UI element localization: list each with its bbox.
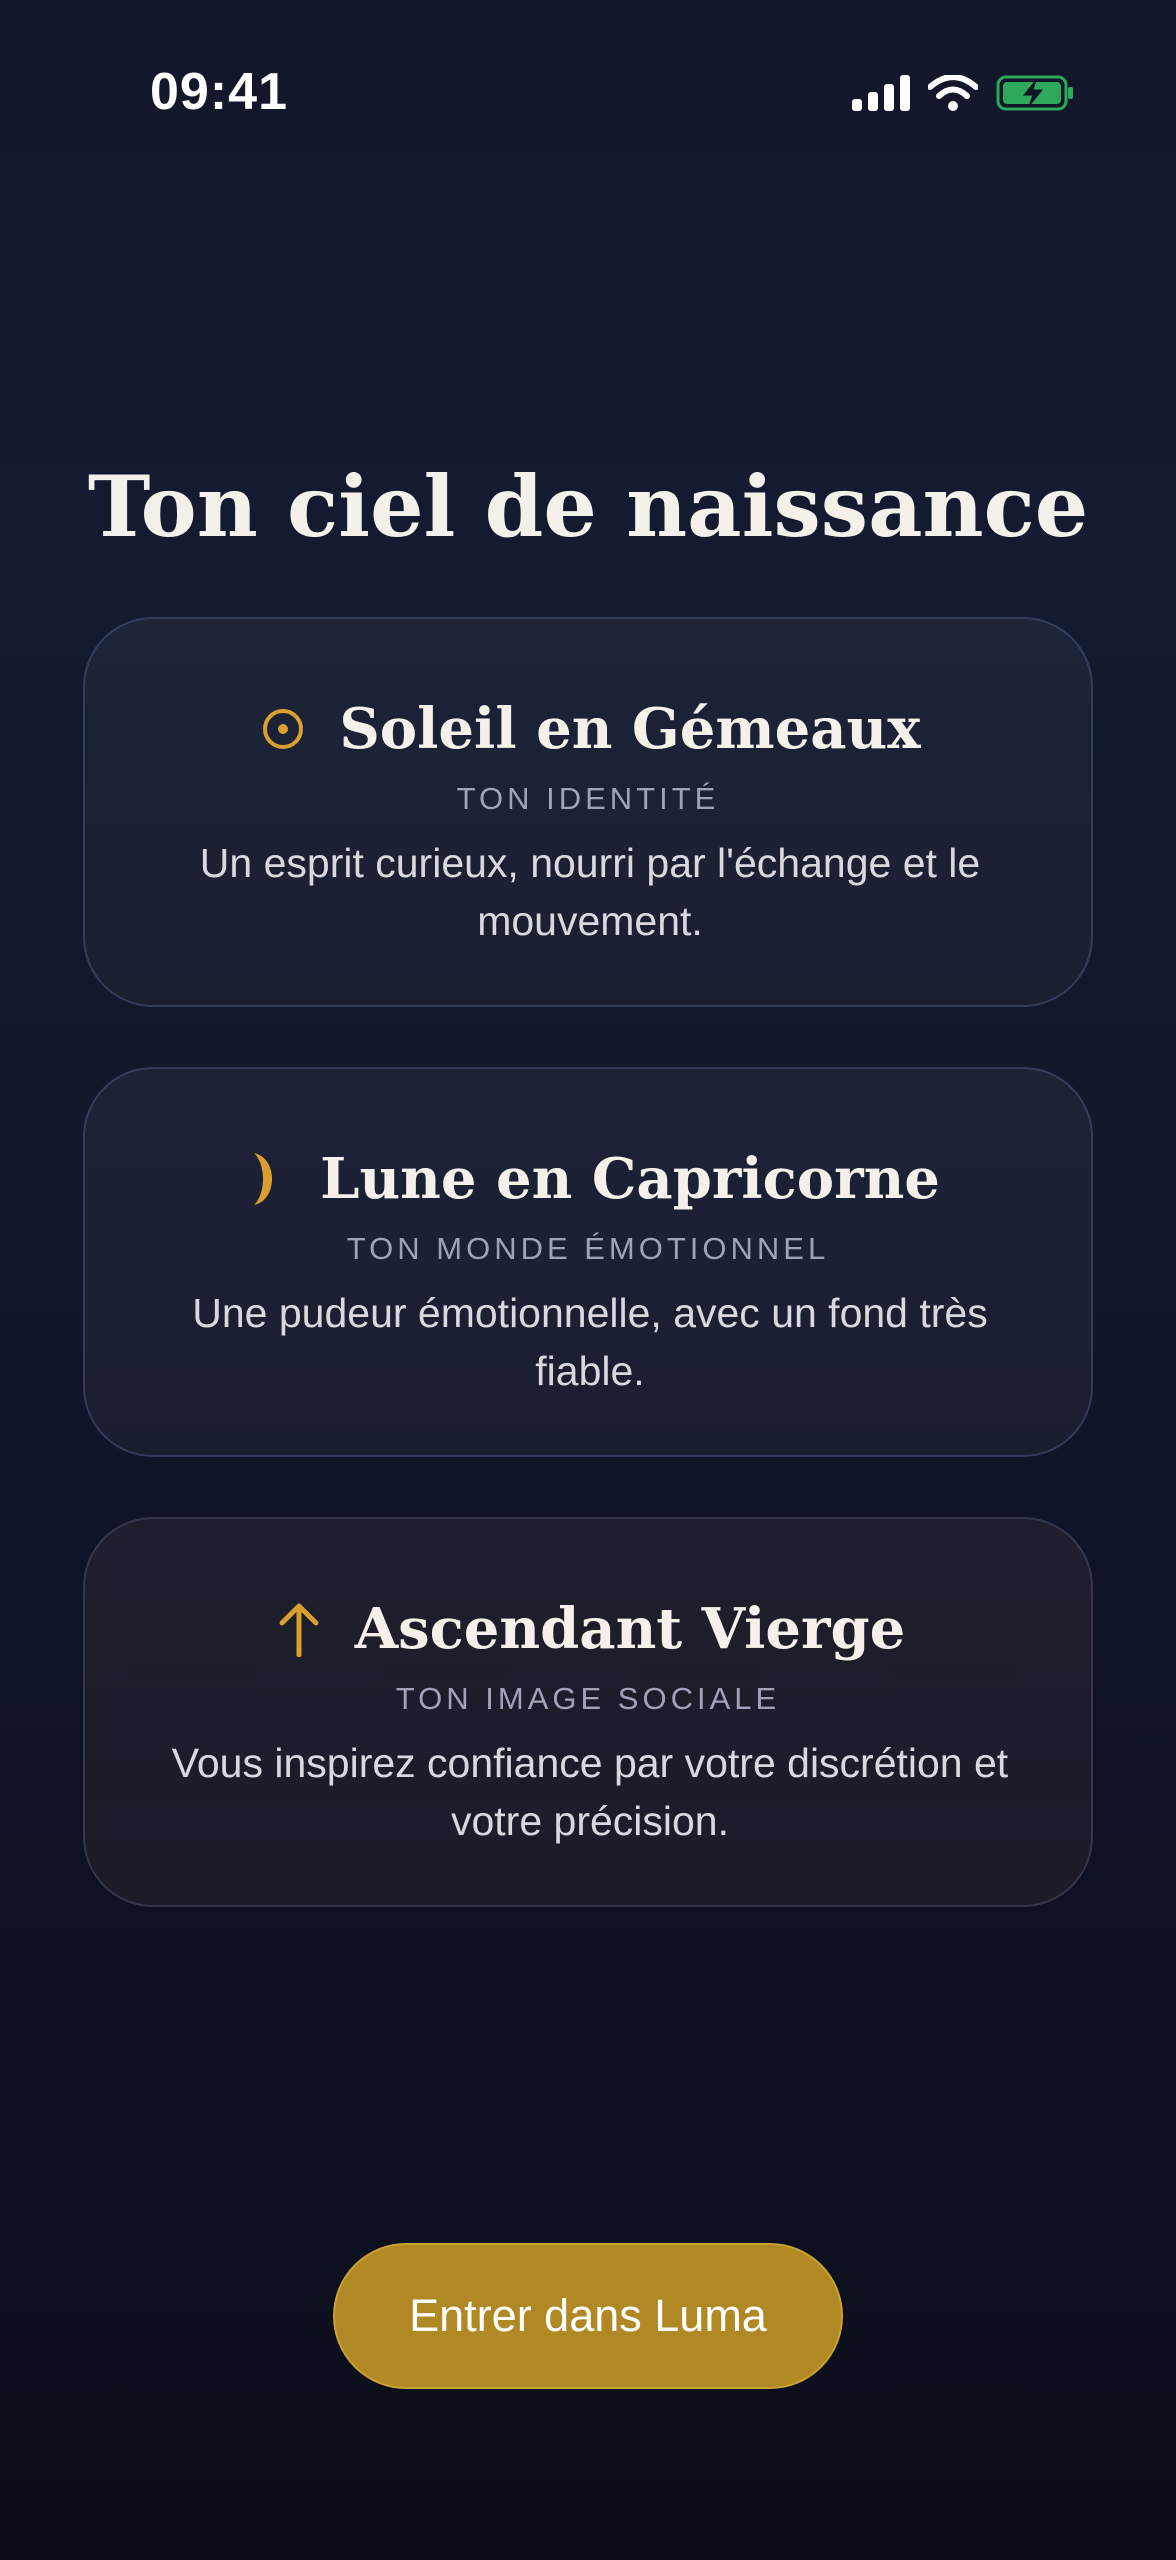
card-header: Lune en Capricorne [85,1129,1091,1229]
card-header: Soleil en Gémeaux [85,679,1091,779]
ascendant-card: Ascendant Vierge TON IMAGE SOCIALE Vous … [83,1517,1093,1907]
status-icons [852,70,1076,120]
sun-sign-card: Soleil en Gémeaux TON IDENTITÉ Un esprit… [83,617,1093,1007]
page-title: Ton ciel de naissance [87,457,1089,556]
status-time: 09:41 [150,63,288,121]
card-header: Ascendant Vierge [85,1579,1091,1679]
card-description: Vous inspirez confiance par votre discré… [171,1740,1009,1844]
enter-luma-button[interactable]: Entrer dans Luma [333,2243,843,2389]
wifi-icon [927,73,979,116]
status-bar: 09:41 [0,0,1176,190]
moon-icon [236,1144,292,1214]
sun-icon [255,694,311,764]
card-label: TON IDENTITÉ [456,781,720,816]
card-label: TON MONDE ÉMOTIONNEL [346,1231,830,1266]
moon-sign-card: Lune en Capricorne TON MONDE ÉMOTIONNEL … [83,1067,1093,1457]
card-title: Lune en Capricorne [320,1146,940,1212]
arrow-up-icon [271,1594,327,1664]
card-title: Soleil en Gémeaux [339,696,921,762]
card-description: Un esprit curieux, nourri par l'échange … [199,840,981,944]
card-description: Une pudeur émotionnelle, avec un fond tr… [192,1290,988,1394]
cellular-signal-icon [852,74,910,116]
card-label: TON IMAGE SOCIALE [395,1681,781,1716]
card-title: Ascendant Vierge [354,1596,906,1662]
battery-charging-icon [996,74,1076,117]
